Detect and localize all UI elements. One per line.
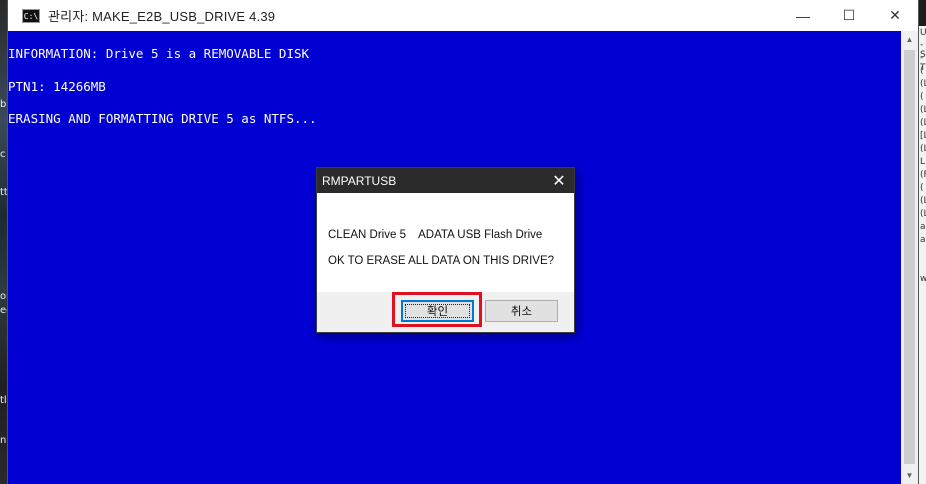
window-controls: — ☐ ✕ [780, 0, 918, 31]
background-window-edge: U -S -T ( (L ( (L (L [L (L L (F ( (L (L … [918, 26, 926, 484]
scroll-up-button[interactable]: ▲ [901, 31, 918, 48]
close-button[interactable]: ✕ [872, 0, 918, 31]
desktop-text-fragment: n [0, 435, 7, 446]
background-text-fragment: ( [920, 92, 924, 102]
window-titlebar[interactable]: C:\ 관리자: MAKE_E2B_USB_DRIVE 4.39 — ☐ ✕ [8, 0, 918, 31]
background-text-fragment: (L [920, 79, 926, 89]
background-text-fragment: (L [920, 196, 926, 206]
background-text-fragment: (L [920, 105, 926, 115]
background-text-fragment: w [920, 274, 926, 284]
desktop-text-fragment: tt [0, 187, 8, 198]
desktop-text-fragment: b [0, 99, 7, 110]
cmd-icon[interactable]: C:\ [22, 8, 40, 23]
background-text-fragment: U [920, 28, 926, 38]
background-text-fragment: (F [920, 170, 926, 180]
close-icon: ✕ [889, 7, 901, 23]
desktop-text-fragment: c [0, 149, 6, 160]
close-icon: ✕ [552, 172, 566, 190]
chevron-up-icon: ▲ [905, 35, 914, 44]
desktop-text-fragment: ee [0, 305, 13, 316]
console-line: ERASING AND FORMATTING DRIVE 5 as NTFS..… [8, 111, 317, 126]
scroll-down-button[interactable]: ▼ [901, 467, 918, 484]
background-text-fragment: ( [920, 66, 924, 76]
focus-ring [405, 304, 470, 318]
desktop-left-strip: b c tt o ee tl n [0, 0, 13, 484]
maximize-button[interactable]: ☐ [826, 0, 872, 31]
background-text-fragment: ( [920, 183, 924, 193]
background-text-fragment: [L [920, 131, 926, 141]
background-text-fragment: (L [920, 118, 926, 128]
desktop-text-fragment: tl [0, 395, 7, 406]
maximize-icon: ☐ [842, 7, 856, 23]
cancel-button-label: 취소 [510, 306, 533, 318]
console-line: PTN1: 14266MB [8, 79, 106, 94]
background-text-fragment: L [920, 157, 926, 167]
background-text-fragment: ar [920, 222, 926, 232]
minimize-icon: — [796, 7, 810, 24]
window-title: 관리자: MAKE_E2B_USB_DRIVE 4.39 [48, 9, 276, 24]
cancel-button[interactable]: 취소 [485, 300, 558, 322]
confirm-dialog[interactable]: RMPARTUSB ✕ CLEAN Drive 5 ADATA USB Flas… [317, 168, 574, 332]
ok-button[interactable]: 확인 [401, 300, 474, 322]
minimize-button[interactable]: — [780, 0, 826, 31]
dialog-titlebar[interactable]: RMPARTUSB ✕ [317, 168, 574, 193]
background-text-fragment: (L [920, 209, 926, 219]
background-text-fragment: (L [920, 144, 926, 154]
dialog-message-drive: CLEAN Drive 5 ADATA USB Flash Drive [328, 229, 543, 241]
desktop-text-fragment: o [0, 291, 7, 302]
scroll-thumb[interactable] [904, 50, 915, 464]
dialog-title: RMPARTUSB [322, 173, 397, 188]
dialog-message-confirm: OK TO ERASE ALL DATA ON THIS DRIVE? [328, 255, 555, 267]
background-text-fragment: ar [920, 235, 926, 245]
vertical-scrollbar[interactable]: ▲ ▼ [901, 31, 918, 484]
dialog-close-button[interactable]: ✕ [544, 168, 574, 193]
console-line: INFORMATION: Drive 5 is a REMOVABLE DISK [8, 46, 310, 61]
dialog-button-bar: 확인 취소 [317, 292, 574, 332]
chevron-down-icon: ▼ [905, 471, 914, 480]
